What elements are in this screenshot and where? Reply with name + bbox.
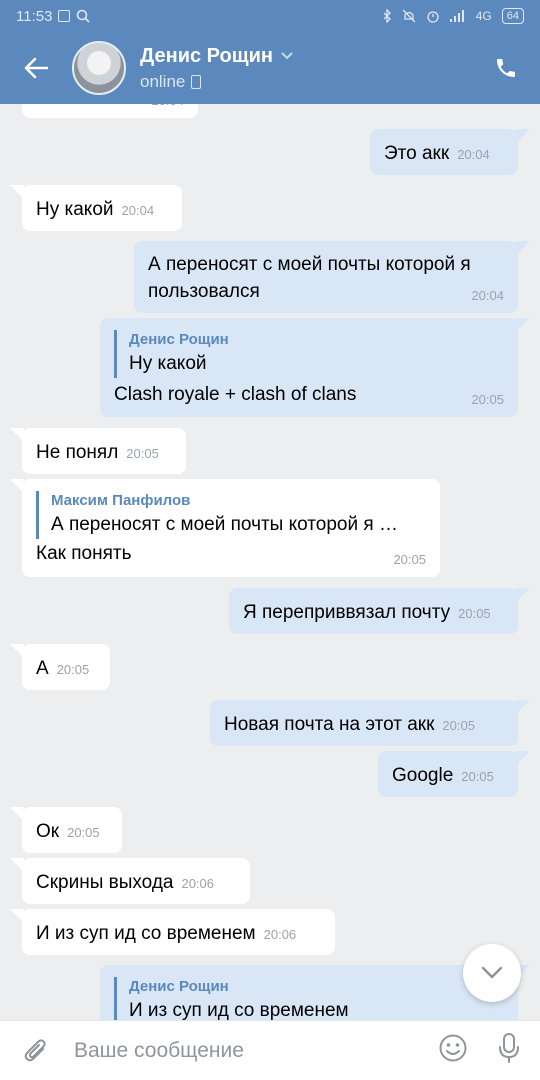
reply-quote[interactable]: Денис Рощин Ну какой [114, 330, 504, 378]
call-button[interactable] [486, 48, 526, 88]
chat-header: Денис Рощин online [0, 32, 540, 104]
battery-icon: 64 [501, 8, 524, 24]
microphone-icon [499, 1033, 519, 1063]
paperclip-icon [24, 1038, 46, 1061]
message-incoming[interactable]: Не понял 20:05 [10, 428, 186, 474]
message-text: И из суп ид со временем [36, 923, 256, 944]
message-time: 20:05 [393, 552, 426, 567]
message-outgoing-reply[interactable]: Денис Рощин Ну какой Clash royale + clas… [100, 318, 530, 417]
message-text: Google [392, 765, 454, 786]
voice-record-button[interactable] [498, 1032, 520, 1069]
alarm-icon [427, 11, 439, 23]
message-time: 20:04 [457, 147, 490, 162]
message-time: 20:05 [458, 606, 491, 621]
message-input[interactable]: Ваше сообщение [74, 1039, 244, 1063]
bluetooth-icon [383, 9, 391, 23]
mobile-icon [191, 74, 202, 89]
message-incoming[interactable]: И из суп ид со временем 20:06 [10, 909, 335, 955]
reply-quote[interactable]: Денис Рощин И из суп ид со временем [114, 977, 504, 1025]
reply-text: Ну какой [129, 353, 207, 374]
mute-icon [402, 9, 416, 23]
message-time: 20:05 [56, 662, 90, 677]
back-arrow-icon [24, 57, 48, 79]
scroll-down-button[interactable] [463, 944, 521, 1002]
message-time: 20:05 [461, 769, 494, 784]
message-text: Clash royale + clash of clans [114, 384, 357, 405]
reply-author: Денис Рощин [129, 978, 229, 995]
message-time: 20:05 [126, 446, 159, 461]
notification-icon [58, 10, 71, 22]
reply-author: Денис Рощин [129, 331, 229, 348]
chevron-down-icon [281, 52, 293, 60]
message-text: Это акк [384, 143, 450, 164]
reply-text: А переносят с моей почты которой я по... [51, 514, 408, 535]
contact-status: online [140, 71, 186, 91]
message-time: 20:05 [442, 718, 475, 733]
message-time: 20:06 [263, 927, 297, 942]
message-text: Не понял [36, 442, 119, 463]
avatar[interactable] [72, 41, 126, 95]
message-text: Ну какой [36, 199, 114, 220]
emoji-icon [439, 1034, 467, 1062]
message-text: А [36, 658, 49, 679]
message-list[interactable]: 20:04 Это акк 20:04 Ну какой 20:04 А перен… [0, 0, 540, 1080]
message-outgoing[interactable]: Я переприввязал почту 20:05 [229, 588, 530, 634]
emoji-button[interactable] [438, 1033, 468, 1068]
message-time: 20:06 [181, 876, 215, 891]
message-text: Ок [36, 821, 60, 842]
message-incoming[interactable]: Ок 20:05 [10, 807, 122, 853]
network-type: 4G [475, 9, 492, 23]
message-text: Я переприввязал почту [243, 602, 451, 623]
message-text: А переносят с моей почты которой я польз… [148, 254, 471, 302]
back-button[interactable] [20, 52, 52, 84]
message-text: Как понять [36, 543, 132, 564]
reply-quote[interactable]: Максим Панфилов А переносят с моей почты… [36, 491, 408, 539]
contact-name: Денис Рощин [140, 44, 273, 67]
message-text: Новая почта на этот акк [224, 714, 435, 735]
attach-button[interactable] [20, 1035, 52, 1067]
message-incoming[interactable]: Ну какой 20:04 [10, 185, 182, 231]
message-outgoing[interactable]: Это акк 20:04 [370, 129, 530, 175]
reply-author: Максим Панфилов [51, 492, 191, 509]
chat-title[interactable]: Денис Рощин online [140, 45, 293, 92]
search-icon [77, 9, 91, 23]
message-incoming[interactable]: А 20:05 [10, 644, 110, 690]
message-text: Скрины выхода [36, 872, 174, 893]
phone-icon [497, 59, 515, 77]
message-outgoing[interactable]: А переносят с моей почты которой я польз… [134, 241, 530, 313]
message-composer: Ваше сообщение [0, 1020, 540, 1080]
message-time: 20:05 [471, 392, 504, 407]
message-incoming[interactable]: Скрины выхода 20:06 [10, 858, 250, 904]
chevron-down-icon [481, 966, 503, 979]
message-time: 20:04 [471, 288, 504, 303]
message-outgoing[interactable]: Google 20:05 [378, 751, 530, 797]
signal-icon [449, 10, 464, 22]
message-time: 20:05 [67, 825, 100, 840]
status-time: 11:53 [16, 7, 53, 25]
message-time: 20:04 [121, 203, 155, 218]
top-bar: 11:53 4G 64 Денис Рощин online [0, 0, 540, 104]
message-outgoing[interactable]: Новая почта на этот акк 20:05 [210, 700, 530, 746]
message-incoming-reply[interactable]: Максим Панфилов А переносят с моей почты… [10, 479, 440, 577]
status-bar: 11:53 4G 64 [0, 0, 540, 32]
